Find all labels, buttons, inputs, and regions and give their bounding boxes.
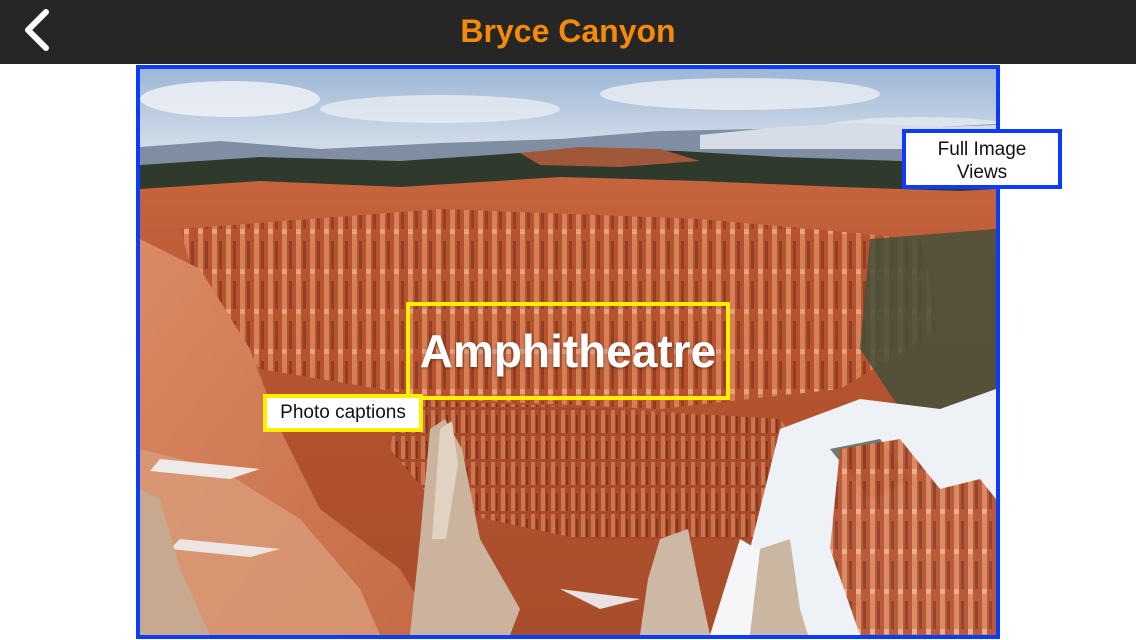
back-button[interactable] [14,6,64,54]
page-title: Bryce Canyon [460,13,676,49]
chevron-left-icon [25,9,49,51]
full-image-views-annotation: Full Image Views [902,129,1062,189]
photo-caption: Amphitheatre [406,302,730,400]
navigation-bar: Bryce Canyon [0,0,1136,64]
photo-captions-annotation: Photo captions [263,394,423,432]
